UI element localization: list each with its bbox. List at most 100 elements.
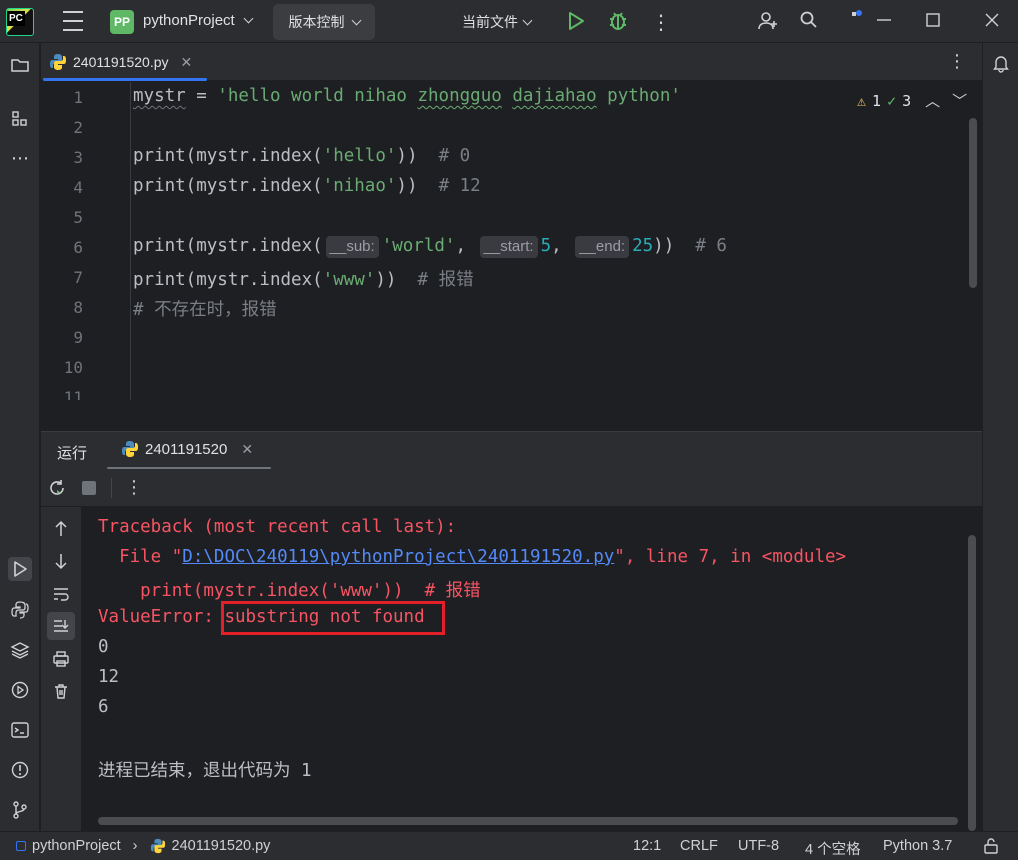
more-icon[interactable]: ⋮ [651, 10, 671, 35]
code-token: 'nihao' [322, 176, 397, 196]
breadcrumb-project[interactable]: pythonProject [32, 838, 121, 854]
code-line-7: print(mystr.index('www')) # 报错 [133, 266, 474, 291]
more-icon[interactable]: ⋮ [948, 51, 966, 72]
output-line: 12 [98, 667, 120, 687]
pycharm-logo[interactable]: PC [6, 8, 34, 36]
code-token: 'world' [381, 236, 456, 256]
file-prefix: File " [98, 547, 183, 567]
up-arrow-icon[interactable] [47, 515, 75, 543]
run-tool-title: 运行 [57, 445, 88, 462]
python-icon [50, 54, 66, 70]
folder-icon[interactable] [8, 53, 32, 77]
file-suffix: ", line 7, in <module> [614, 547, 847, 567]
user-icon[interactable] [757, 10, 779, 32]
code-token: )) [653, 236, 675, 256]
scroll-end-icon[interactable] [47, 612, 75, 640]
editor-scrollbar[interactable] [969, 118, 977, 288]
more-tools-icon[interactable]: ⋯ [8, 146, 32, 170]
error-type: ValueError: [98, 607, 225, 627]
close-icon[interactable]: ✕ [241, 441, 253, 458]
down-arrow-icon[interactable] [47, 547, 75, 575]
run-config-selector[interactable]: 当前文件 [462, 12, 533, 32]
line-number: 9 [73, 328, 83, 347]
problems-icon[interactable] [8, 758, 32, 782]
hamburger-icon[interactable] [62, 11, 84, 31]
editor-bottom-area [41, 400, 982, 431]
project-badge[interactable]: PP [110, 10, 134, 34]
chevron-down-icon[interactable]: ﹀ [952, 90, 967, 111]
stop-icon[interactable] [82, 481, 96, 495]
vcs-button[interactable]: 版本控制 [273, 4, 375, 40]
run-tab[interactable]: 2401191520 ✕ [121, 440, 253, 458]
python-console-icon[interactable] [8, 598, 32, 622]
minimize-icon[interactable] [874, 10, 894, 30]
lock-icon[interactable] [982, 837, 1000, 855]
left-tool-strip: ⋯ [0, 43, 40, 831]
file-encoding[interactable]: UTF-8 [738, 838, 779, 854]
indent-setting[interactable]: 4 个空格 [805, 838, 861, 859]
output-line: 0 [98, 637, 109, 657]
line-number: 3 [73, 148, 83, 167]
git-icon[interactable] [8, 798, 32, 822]
code-token: , [455, 236, 477, 256]
traceback-header: Traceback (most recent call last): [98, 517, 457, 537]
run-tool-icon[interactable] [8, 557, 32, 581]
code-token: print(mystr.index( [133, 146, 323, 166]
check-icon: ✓ [887, 91, 897, 110]
close-icon[interactable]: ✕ [181, 54, 193, 71]
code-line-3: print(mystr.index('hello')) # 0 [133, 146, 470, 166]
layers-icon[interactable] [8, 638, 32, 662]
code-editor[interactable]: 1 2 3 4 5 6 7 8 9 10 11 mystr = 'hello w… [41, 82, 982, 400]
chevron-right-icon: › [132, 838, 138, 854]
run-config-label: 当前文件 [462, 14, 518, 30]
services-icon[interactable] [8, 678, 32, 702]
bell-icon[interactable] [991, 53, 1011, 76]
interpreter[interactable]: Python 3.7 [883, 838, 952, 854]
debug-icon[interactable] [607, 10, 629, 32]
print-icon[interactable] [47, 645, 75, 673]
line-separator[interactable]: CRLF [680, 838, 718, 854]
line-number: 1 [73, 88, 83, 107]
python-icon [122, 441, 138, 457]
code-comment: # 6 [674, 236, 727, 256]
structure-icon[interactable] [8, 107, 32, 131]
breadcrumb-file[interactable]: 2401191520.py [172, 838, 271, 854]
file-path-link[interactable]: D:\DOC\240119\pythonProject\2401191520.p… [182, 547, 614, 567]
project-switcher[interactable]: pythonProject [143, 12, 254, 29]
code-token: , [551, 236, 573, 256]
code-token: print(mystr.index( [133, 236, 323, 256]
console-output[interactable]: Traceback (most recent call last): File … [82, 507, 982, 831]
trash-icon[interactable] [47, 677, 75, 705]
inspection-widget[interactable]: ⚠ 1 ✓ 3 ︿ ﹀ [857, 90, 967, 111]
update-icon[interactable] [846, 8, 866, 28]
line-number: 10 [63, 358, 83, 377]
code-token: 'www' [322, 270, 376, 290]
chevron-down-icon [522, 15, 533, 25]
param-hint: __sub: [325, 236, 379, 258]
console-horizontal-scrollbar[interactable] [98, 817, 958, 825]
project-name: pythonProject [143, 12, 235, 29]
search-icon[interactable] [799, 10, 819, 30]
code-comment: # 不存在时，报错 [133, 300, 277, 320]
rerun-icon[interactable] [47, 478, 67, 501]
more-icon[interactable]: ⋮ [125, 477, 143, 498]
wrap-icon[interactable] [47, 580, 75, 608]
code-token: )) [375, 270, 397, 290]
code-token: 25 [632, 236, 654, 256]
line-number: 6 [73, 238, 83, 257]
code-token: )) [396, 176, 418, 196]
terminal-icon[interactable] [8, 718, 32, 742]
weak-warning-count: 3 [902, 91, 912, 110]
code-line-4: print(mystr.index('nihao')) # 12 [133, 176, 481, 196]
console-vertical-scrollbar[interactable] [968, 535, 976, 831]
caret-position[interactable]: 12:1 [633, 838, 661, 854]
chevron-up-icon[interactable]: ︿ [925, 90, 940, 111]
maximize-icon[interactable] [925, 12, 941, 28]
line-gutter: 1 2 3 4 5 6 7 8 9 10 11 [41, 82, 131, 400]
breadcrumb: pythonProject › 2401191520.py [16, 838, 270, 854]
python-icon [150, 838, 165, 854]
editor-tab[interactable]: 2401191520.py ✕ [45, 49, 196, 75]
close-icon[interactable] [982, 10, 1002, 30]
run-icon[interactable] [565, 10, 587, 32]
